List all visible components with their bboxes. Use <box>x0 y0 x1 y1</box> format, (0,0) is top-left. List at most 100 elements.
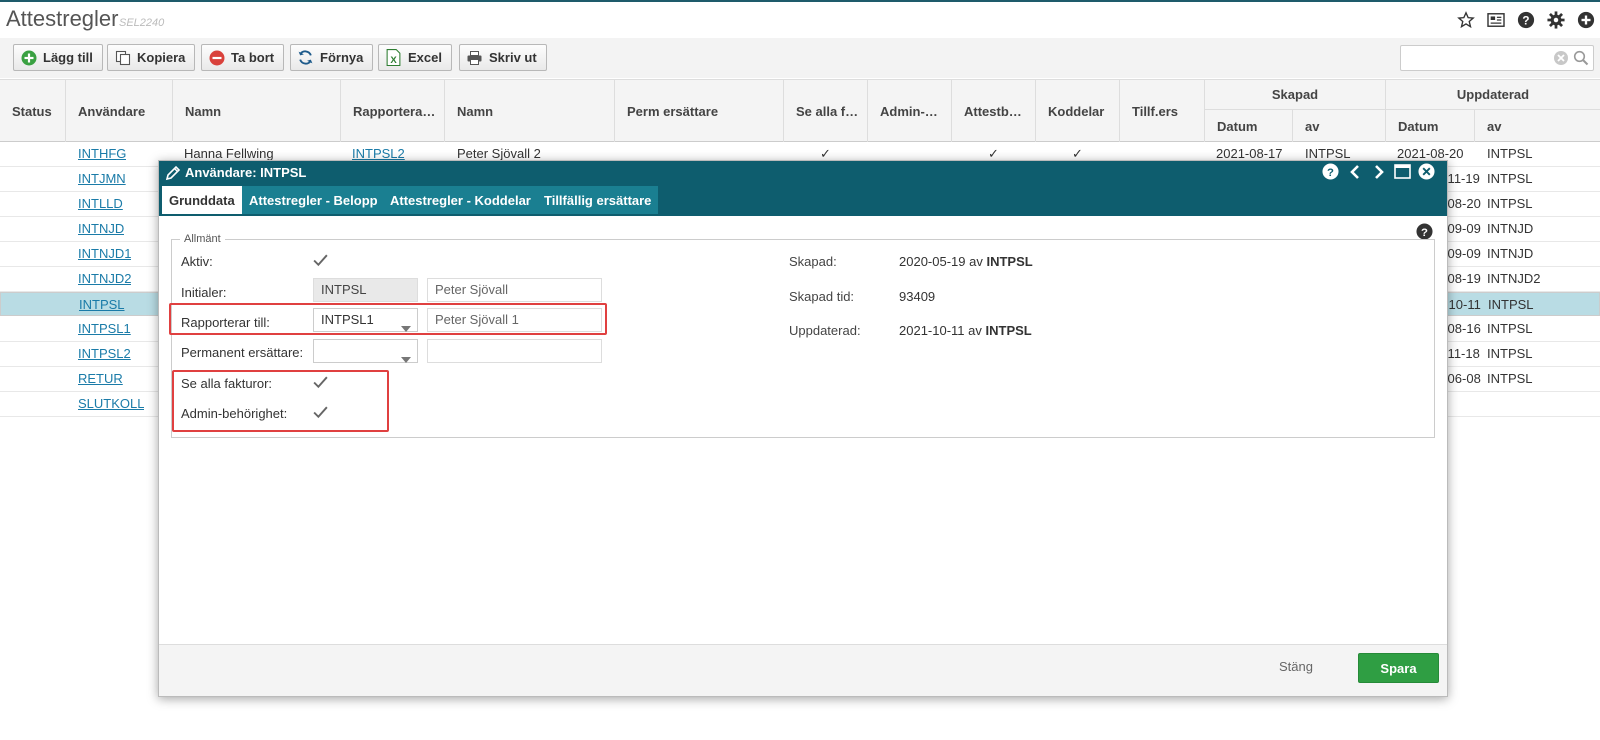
close-icon[interactable] <box>1418 163 1435 180</box>
row-user-link[interactable]: INTNJD1 <box>78 242 131 266</box>
initials-label: Initialer: <box>181 285 227 300</box>
delete-icon <box>208 49 225 66</box>
add-button-label: Lägg till <box>43 50 93 65</box>
user-dialog: Användare: INTPSL ? Grunddata Attestregl… <box>158 160 1448 697</box>
copy-icon <box>114 49 131 66</box>
tab-grunddata[interactable]: Grunddata <box>162 186 242 214</box>
created-time-label: Skapad tid: <box>789 289 855 304</box>
col-updated-date[interactable]: Datum <box>1386 110 1475 142</box>
reports-to-select[interactable]: INTPSL1 <box>313 308 418 332</box>
page-code: SEL2240 <box>119 17 165 29</box>
initials-name-field[interactable]: Peter Sjövall <box>427 278 602 302</box>
clear-icon[interactable] <box>1553 50 1569 69</box>
star-icon[interactable] <box>1456 10 1476 30</box>
col-name[interactable]: Namn <box>173 80 341 142</box>
updated-by: INTPSL <box>985 323 1032 338</box>
row-user-link[interactable]: INTNJD <box>78 217 124 241</box>
add-button[interactable]: Lägg till <box>13 44 103 71</box>
maximize-icon[interactable] <box>1394 163 1411 180</box>
col-name2[interactable]: Namn <box>445 80 615 142</box>
search-input[interactable] <box>1400 45 1594 71</box>
chevron-down-icon <box>401 348 411 370</box>
row-user-link[interactable]: SLUTKOLL <box>78 392 144 416</box>
tab-temporary-substitute[interactable]: Tillfällig ersättare <box>537 186 659 214</box>
close-button[interactable]: Stäng <box>1279 659 1313 674</box>
row-updated-by: INTPSL <box>1487 321 1533 336</box>
delete-button[interactable]: Ta bort <box>201 44 285 71</box>
svg-text:?: ? <box>1522 15 1529 28</box>
created-value: 2020-05-19 av <box>899 254 983 269</box>
admin-permission-label: Admin-behörighet: <box>181 406 288 421</box>
row-user-link[interactable]: INTLLD <box>78 192 123 216</box>
col-attest[interactable]: Attestb… <box>952 80 1036 142</box>
perm-substitute-select[interactable] <box>313 339 418 363</box>
col-temp[interactable]: Tillf.ers <box>1120 80 1205 142</box>
col-user[interactable]: Användare <box>66 80 173 142</box>
admin-permission-checkbox[interactable] <box>312 404 329 421</box>
row-updated-by: INTPSL <box>1487 196 1533 211</box>
row-user-link[interactable]: INTHFG <box>78 142 126 166</box>
active-checkbox[interactable] <box>312 252 329 269</box>
print-button[interactable]: Skriv ut <box>459 44 547 71</box>
row-user-link[interactable]: INTPSL2 <box>78 342 131 366</box>
col-created-by[interactable]: av <box>1293 110 1386 142</box>
refresh-icon <box>297 49 314 66</box>
row-user-link[interactable]: INTNJD2 <box>78 267 131 291</box>
col-created-date[interactable]: Datum <box>1205 110 1293 142</box>
news-icon[interactable] <box>1486 10 1506 30</box>
col-group-updated: Uppdaterad <box>1386 80 1600 110</box>
settings-icon[interactable] <box>1546 10 1566 30</box>
print-button-label: Skriv ut <box>489 50 537 65</box>
refresh-button-label: Förnya <box>320 50 364 65</box>
help-icon[interactable]: ? <box>1322 163 1339 180</box>
chevron-right-icon[interactable] <box>1370 163 1387 180</box>
row-user-link[interactable]: RETUR <box>78 367 123 391</box>
print-icon <box>466 49 483 66</box>
perm-substitute-name-field[interactable] <box>427 339 602 363</box>
row-updated-by: INTPSL <box>1487 371 1533 386</box>
toolbar: Lägg till Kopiera Ta bort Förnya X Excel… <box>0 38 1600 78</box>
copy-button[interactable]: Kopiera <box>107 44 196 71</box>
created-label: Skapad: <box>789 254 837 269</box>
row-updated-by: INTPSL <box>1487 346 1533 361</box>
col-reports-to[interactable]: Rapportera… <box>341 80 445 142</box>
tab-attest-amount[interactable]: Attestregler - Belopp <box>242 186 385 214</box>
initials-field[interactable]: INTPSL <box>313 278 418 302</box>
reports-to-value: INTPSL1 <box>321 312 374 327</box>
excel-button[interactable]: X Excel <box>378 44 452 71</box>
pencil-icon <box>165 165 181 184</box>
reports-to-name-field[interactable]: Peter Sjövall 1 <box>427 308 602 332</box>
row-user-link[interactable]: INTJMN <box>78 167 126 191</box>
col-admin[interactable]: Admin-… <box>868 80 952 142</box>
dialog-title: Användare: INTPSL <box>185 165 307 180</box>
col-see-all[interactable]: Se alla f… <box>784 80 868 142</box>
refresh-button[interactable]: Förnya <box>290 44 374 71</box>
excel-icon: X <box>385 49 402 66</box>
col-updated-by[interactable]: av <box>1475 110 1600 142</box>
excel-button-label: Excel <box>408 50 442 65</box>
svg-text:?: ? <box>1327 167 1334 179</box>
svg-text:X: X <box>390 55 397 66</box>
save-button[interactable]: Spara <box>1358 653 1439 683</box>
col-status[interactable]: Status <box>0 80 66 142</box>
page-title: Attestregler <box>6 6 119 31</box>
help-icon[interactable]: ? <box>1516 10 1536 30</box>
created-info: 2020-05-19 av INTPSL <box>899 254 1033 269</box>
col-code-parts[interactable]: Koddelar <box>1036 80 1120 142</box>
header-icons: ? <box>1456 10 1596 30</box>
row-user-link[interactable]: INTPSL <box>79 293 125 317</box>
row-user-link[interactable]: INTPSL1 <box>78 317 131 341</box>
row-updated-by: INTNJD <box>1487 246 1534 261</box>
chevron-left-icon[interactable] <box>1346 163 1363 180</box>
search-icon[interactable] <box>1573 50 1589 69</box>
created-time-value: 93409 <box>899 289 936 304</box>
see-all-invoices-checkbox[interactable] <box>312 374 329 391</box>
row-updated-by: INTPSL <box>1487 171 1533 186</box>
chevron-down-icon <box>401 317 411 339</box>
tab-attest-code-parts[interactable]: Attestregler - Koddelar <box>383 186 538 214</box>
col-perm[interactable]: Perm ersättare <box>615 80 784 142</box>
perm-substitute-label: Permanent ersättare: <box>181 345 304 360</box>
grid-header: Status Användare Namn Rapportera… Namn P… <box>0 79 1600 142</box>
see-all-invoices-label: Se alla fakturor: <box>181 376 273 391</box>
add-icon[interactable] <box>1576 10 1596 30</box>
